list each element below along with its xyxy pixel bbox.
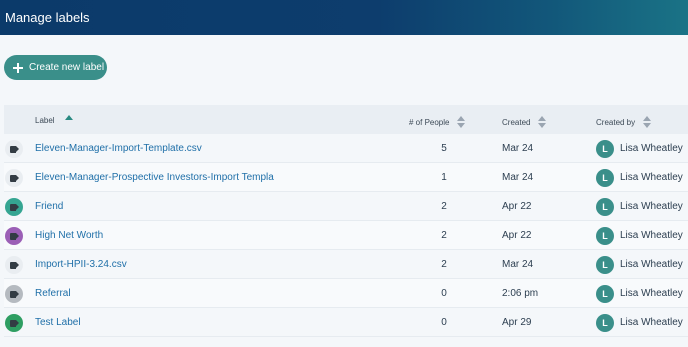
people-count: 0 [441, 288, 447, 299]
column-created-text: Created [502, 117, 531, 127]
created-by-name: Lisa Wheatley [620, 201, 683, 212]
avatar: L [596, 314, 614, 332]
tag-icon [5, 140, 23, 158]
tag-icon [5, 198, 23, 216]
avatar: L [596, 198, 614, 216]
table-row[interactable]: Import-HPII-3.24.csv 2 Mar 24 L Lisa Whe… [4, 250, 688, 279]
created-by-name: Lisa Wheatley [620, 143, 683, 154]
labels-table: Label # of People Created Created by Ele… [4, 105, 688, 347]
created-date: Apr 29 [502, 317, 532, 328]
column-header-created-by[interactable]: Created by [596, 116, 652, 128]
created-by-name: Lisa Wheatley [620, 259, 683, 270]
tag-icon [5, 256, 23, 274]
column-label-text: Label [35, 116, 55, 125]
tag-icon [5, 169, 23, 187]
column-people-text: # of People [409, 117, 450, 127]
table-row[interactable]: Eleven-Manager-Prospective Investors-Imp… [4, 163, 688, 192]
people-count: 0 [441, 317, 447, 328]
created-date: Mar 24 [502, 143, 534, 154]
column-header-people[interactable]: # of People [409, 116, 466, 128]
tag-icon [5, 227, 23, 245]
sort-icon[interactable] [643, 116, 652, 128]
people-count: 2 [441, 259, 447, 270]
tag-icon [5, 285, 23, 303]
people-count: 2 [441, 230, 447, 241]
top-bar: Manage labels [0, 0, 688, 35]
label-link[interactable]: Eleven-Manager-Import-Template.csv [35, 143, 202, 154]
avatar: L [596, 256, 614, 274]
label-link[interactable]: Import-HPII-3.24.csv [35, 259, 127, 270]
avatar: L [596, 227, 614, 245]
created-date: Apr 22 [502, 201, 532, 212]
created-date: Mar 24 [502, 172, 534, 183]
label-link[interactable]: Friend [35, 201, 63, 212]
created-date: Mar 24 [502, 259, 534, 270]
table-row[interactable]: High Net Worth 2 Apr 22 L Lisa Wheatley [4, 221, 688, 250]
people-count: 1 [441, 172, 447, 183]
created-date: 2:06 pm [502, 288, 539, 299]
people-count: 5 [441, 143, 447, 154]
sort-icon[interactable] [457, 116, 466, 128]
avatar: L [596, 140, 614, 158]
created-by-name: Lisa Wheatley [620, 288, 683, 299]
create-new-label-button[interactable]: Create new label [4, 55, 107, 80]
column-header-created[interactable]: Created [502, 116, 547, 128]
created-by-name: Lisa Wheatley [620, 172, 683, 183]
table-row[interactable]: Eleven-Manager-Import-Template.csv 5 Mar… [4, 134, 688, 163]
avatar: L [596, 285, 614, 303]
sort-ascending-icon[interactable] [64, 115, 73, 120]
created-by-name: Lisa Wheatley [620, 317, 683, 328]
table-row[interactable]: Referral 0 2:06 pm L Lisa Wheatley [4, 279, 688, 308]
table-row[interactable]: Friend 2 Apr 22 L Lisa Wheatley [4, 192, 688, 221]
page-title: Manage labels [5, 10, 90, 25]
table-header: Label # of People Created Created by [4, 105, 688, 134]
label-link[interactable]: Referral [35, 288, 71, 299]
sort-icon[interactable] [538, 116, 547, 128]
column-header-label[interactable]: Label [35, 115, 73, 125]
people-count: 2 [441, 201, 447, 212]
column-created-by-text: Created by [596, 117, 636, 127]
avatar: L [596, 169, 614, 187]
table-row[interactable]: Test Label 0 Apr 29 L Lisa Wheatley [4, 308, 688, 337]
label-link[interactable]: High Net Worth [35, 230, 103, 241]
tag-icon [5, 314, 23, 332]
created-date: Apr 22 [502, 230, 532, 241]
created-by-name: Lisa Wheatley [620, 230, 683, 241]
plus-icon [13, 62, 23, 73]
label-link[interactable]: Test Label [35, 317, 81, 328]
label-link[interactable]: Eleven-Manager-Prospective Investors-Imp… [35, 172, 274, 183]
create-new-label-text: Create new label [29, 62, 105, 73]
